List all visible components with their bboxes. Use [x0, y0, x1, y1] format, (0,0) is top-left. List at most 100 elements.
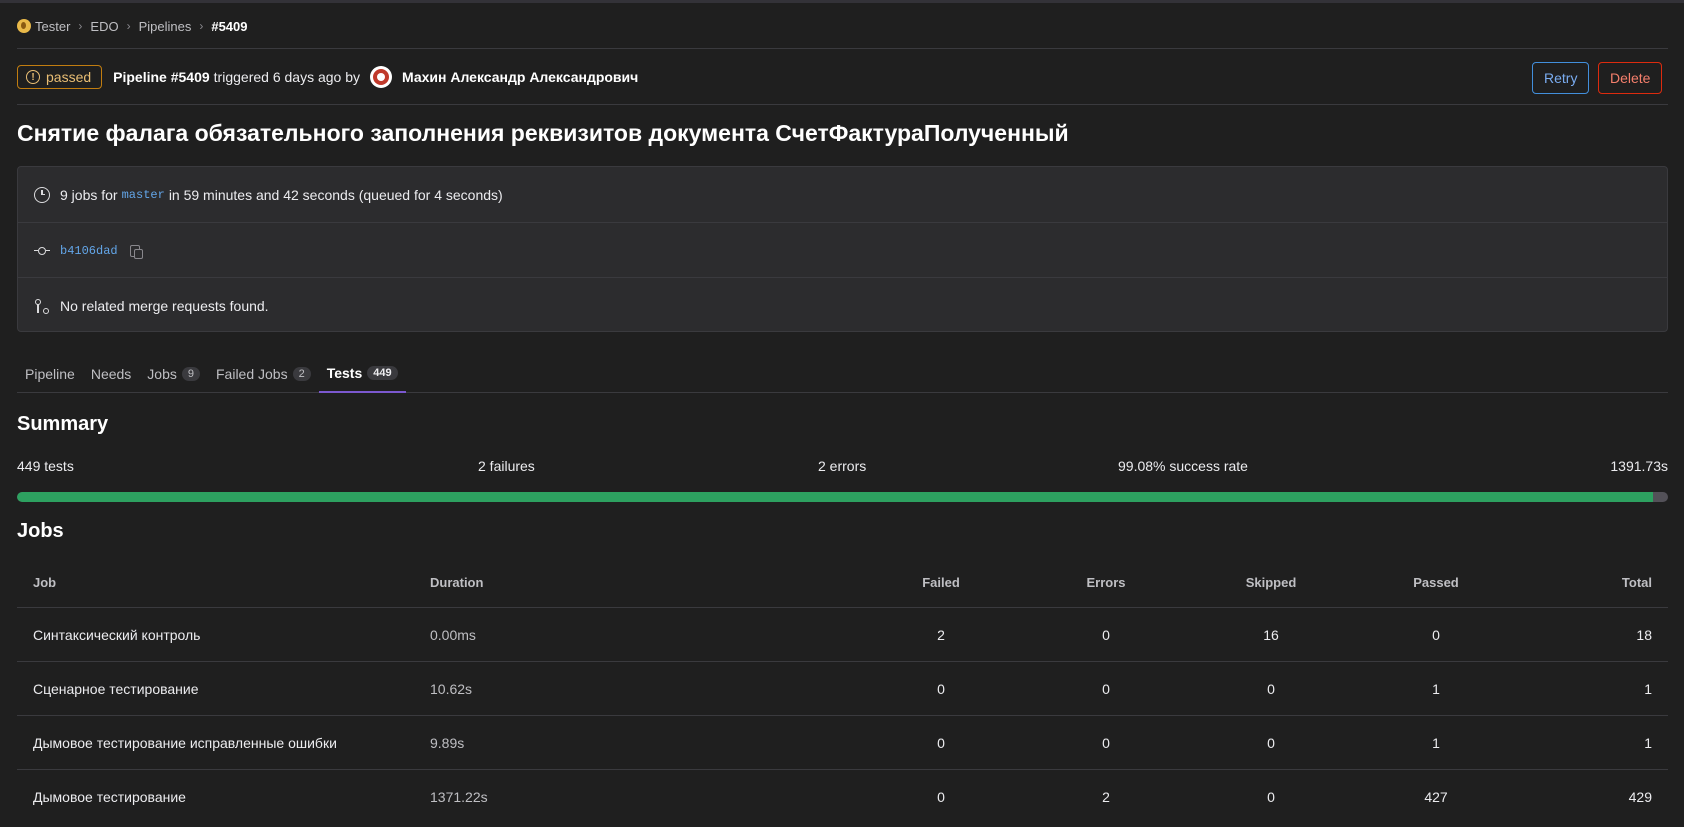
job-failed: 2	[937, 626, 945, 643]
jobs-suffix: in 59 minutes and 42 seconds (queued for…	[168, 186, 503, 203]
tab-label: Needs	[90, 365, 132, 382]
table-row[interactable]: Сценарное тестирование 10.62s 0 0 0 1 1	[17, 662, 1668, 716]
tab-failed-jobs[interactable]: Failed Jobs 2	[208, 355, 319, 392]
retry-button[interactable]: Retry	[1532, 62, 1590, 94]
tab-needs[interactable]: Needs	[83, 355, 139, 392]
chevron-right-icon: ›	[199, 19, 204, 33]
column-header-skipped: Skipped	[1245, 574, 1297, 590]
breadcrumb-item-pipelines[interactable]: Pipelines	[139, 19, 192, 34]
breadcrumb-item-current[interactable]: #5409	[211, 19, 247, 34]
table-row[interactable]: Дымовое тестирование 1371.22s 0 2 0 427 …	[17, 770, 1668, 823]
tab-label: Failed Jobs	[216, 365, 288, 382]
column-header-passed: Passed	[1413, 574, 1459, 590]
job-duration: 9.89s	[430, 734, 465, 751]
tab-tests[interactable]: Tests 449	[318, 355, 406, 393]
project-avatar-icon	[17, 19, 31, 33]
job-total: 1	[1644, 680, 1652, 697]
job-errors: 2	[1102, 788, 1110, 805]
merge-requests-row: No related merge requests found.	[18, 278, 1667, 333]
summary-failures: 2 failures	[478, 458, 535, 474]
pipeline-info: Pipeline #5409 triggered 6 days ago by М…	[113, 66, 638, 88]
merge-request-icon	[34, 298, 50, 314]
job-passed: 1	[1432, 680, 1440, 697]
tab-label: Tests	[326, 365, 363, 381]
tab-count-badge: 449	[367, 366, 398, 380]
summary-stats: 449 tests 2 failures 2 errors 99.08% suc…	[17, 458, 1668, 476]
summary-tests: 449 tests	[17, 458, 74, 474]
user-name-link[interactable]: Махин Александр Александрович	[402, 69, 638, 85]
job-name: Сценарное тестирование	[33, 680, 199, 697]
column-header-errors: Errors	[1086, 574, 1126, 590]
job-duration: 10.62s	[430, 680, 473, 697]
job-errors: 0	[1102, 734, 1110, 751]
job-name: Дымовое тестирование исправленные ошибки	[33, 734, 337, 751]
job-passed: 427	[1424, 788, 1448, 805]
tab-label: Pipeline	[25, 365, 75, 382]
column-header-total: Total	[1621, 574, 1652, 590]
commit-sha-link[interactable]: b4106dad	[60, 244, 118, 258]
job-errors: 0	[1102, 680, 1110, 697]
chevron-right-icon: ›	[78, 19, 83, 33]
tab-count-badge: 9	[181, 366, 200, 381]
table-row[interactable]: Дымовое тестирование исправленные ошибки…	[17, 716, 1668, 770]
summary-heading: Summary	[17, 413, 109, 435]
job-failed: 0	[937, 788, 945, 805]
summary-errors: 2 errors	[818, 458, 867, 474]
job-passed: 1	[1432, 734, 1440, 751]
column-header-failed: Failed	[922, 574, 960, 590]
summary-success-rate: 99.08% success rate	[1118, 458, 1248, 474]
delete-button[interactable]: Delete	[1598, 62, 1663, 94]
divider	[17, 48, 1668, 49]
breadcrumb-item-edo[interactable]: EDO	[90, 19, 118, 34]
success-progress-fill	[17, 492, 1653, 502]
status-badge[interactable]: ! passed	[17, 65, 103, 89]
pipeline-id: Pipeline #5409	[113, 69, 210, 85]
job-errors: 0	[1102, 626, 1110, 643]
jobs-duration-row: 9 jobs for master in 59 minutes and 42 s…	[18, 167, 1667, 222]
warning-icon: !	[26, 70, 40, 84]
column-header-job: Job	[33, 574, 57, 590]
top-border	[0, 0, 1684, 3]
merge-requests-text: No related merge requests found.	[60, 297, 269, 314]
job-name: Дымовое тестирование	[33, 788, 186, 805]
table-header: Job Duration Failed Errors Skipped Passe…	[17, 557, 1668, 608]
pipeline-tabs: Pipeline Needs Jobs 9 Failed Jobs 2 Tests 4…	[17, 355, 1668, 393]
job-total: 1	[1644, 734, 1652, 751]
divider	[17, 104, 1668, 105]
success-progress-bar	[17, 492, 1668, 502]
job-skipped: 16	[1263, 626, 1279, 643]
commit-row: b4106dad	[18, 223, 1667, 278]
chevron-right-icon: ›	[126, 19, 131, 33]
jobs-heading: Jobs	[17, 520, 64, 542]
job-duration: 0.00ms	[430, 626, 476, 643]
job-skipped: 0	[1267, 734, 1275, 751]
breadcrumb-item-tester[interactable]: Tester	[35, 19, 70, 34]
job-name: Синтаксический контроль	[33, 626, 201, 643]
copy-icon[interactable]	[129, 244, 143, 259]
table-row[interactable]: Синтаксический контроль 0.00ms 2 0 16 0 …	[17, 608, 1668, 662]
triggered-text: triggered 6 days ago by	[213, 69, 360, 85]
job-failed: 0	[937, 734, 945, 751]
page-title: Снятие фалага обязательного заполнения р…	[17, 120, 1069, 146]
tab-jobs[interactable]: Jobs 9	[139, 355, 208, 392]
jobs-table: Job Duration Failed Errors Skipped Passe…	[17, 557, 1668, 823]
pipeline-info-box: 9 jobs for master in 59 minutes and 42 s…	[17, 166, 1668, 332]
job-total: 429	[1628, 788, 1652, 805]
commit-icon	[34, 243, 50, 259]
status-label: passed	[46, 69, 92, 85]
column-header-duration: Duration	[430, 574, 484, 590]
breadcrumb: Tester › EDO › Pipelines › #5409	[17, 17, 248, 35]
tab-pipeline[interactable]: Pipeline	[17, 355, 83, 392]
pipeline-header: ! passed Pipeline #5409 triggered 6 days…	[17, 62, 1668, 94]
user-avatar[interactable]	[370, 66, 392, 88]
tab-label: Jobs	[147, 365, 177, 382]
job-failed: 0	[937, 680, 945, 697]
job-passed: 0	[1432, 626, 1440, 643]
tab-count-badge: 2	[292, 366, 311, 381]
branch-link[interactable]: master	[122, 188, 165, 202]
clock-icon	[34, 186, 50, 203]
job-skipped: 0	[1267, 788, 1275, 805]
summary-duration: 1391.73s	[1610, 458, 1668, 474]
job-duration: 1371.22s	[430, 788, 488, 805]
job-skipped: 0	[1267, 680, 1275, 697]
